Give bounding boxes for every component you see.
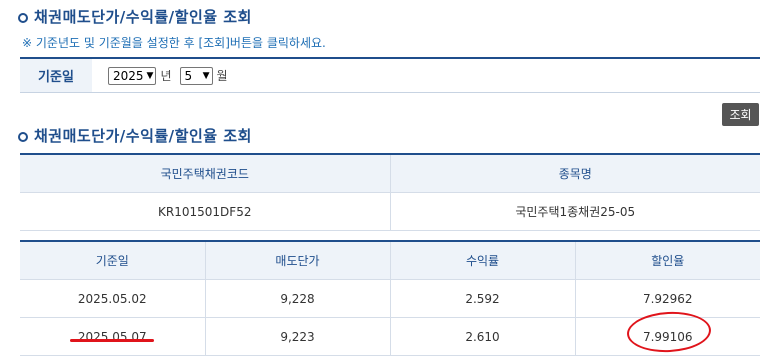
price-cell: 9,228	[204, 279, 390, 318]
column-header: 수익률	[389, 241, 575, 280]
column-header: 종목명	[389, 154, 760, 193]
date-cell: 2025.05.02	[20, 279, 205, 318]
table-header-row: 기준일 매도단가 수익률 할인율	[20, 241, 760, 280]
chevron-down-icon: ▼	[202, 70, 210, 81]
column-header: 할인율	[574, 241, 760, 280]
results-title-text: 채권매도단가/수익률/할인율 조회	[34, 127, 252, 145]
column-header: 기준일	[20, 241, 205, 280]
date-cell: 2025.05.07	[20, 317, 205, 356]
instruction-notice: ※ 기준년도 및 기준월을 설정한 후 [조회]버튼을 클릭하세요.	[22, 36, 326, 50]
table-row: KR101501DF52 국민주택1종채권25-05	[20, 192, 760, 231]
page-title: 채권매도단가/수익률/할인율 조회	[18, 6, 252, 27]
bullet-icon	[18, 131, 28, 142]
table-row: 2025.05.02 9,228 2.592 7.92962	[20, 279, 760, 318]
filter-panel: 기준일 2025 ▼ 년 5 ▼ 월	[20, 57, 760, 93]
year-select[interactable]: 2025 ▼	[108, 66, 157, 85]
search-button[interactable]: 조회	[722, 103, 759, 126]
year-unit: 년	[160, 69, 172, 83]
month-select-value: 5	[184, 68, 193, 83]
chevron-down-icon: ▼	[146, 70, 154, 81]
bond-name-cell: 국민주택1종채권25-05	[389, 192, 760, 231]
column-header: 국민주택채권코드	[20, 154, 390, 193]
month-select[interactable]: 5 ▼	[179, 66, 213, 85]
year-select-value: 2025	[113, 68, 144, 83]
month-unit: 월	[216, 69, 228, 83]
page-title-text: 채권매도단가/수익률/할인율 조회	[34, 8, 252, 26]
yield-cell: 2.592	[389, 279, 575, 318]
annotation-underline	[70, 339, 154, 342]
bond-code-cell: KR101501DF52	[20, 192, 390, 231]
bond-code-table: 국민주택채권코드 종목명 KR101501DF52 국민주택1종채권25-05	[20, 153, 760, 231]
bullet-icon	[18, 12, 28, 23]
filter-label: 기준일	[20, 59, 92, 92]
price-cell: 9,223	[204, 317, 390, 356]
yield-cell: 2.610	[389, 317, 575, 356]
column-header: 매도단가	[204, 241, 390, 280]
filter-controls: 2025 ▼ 년 5 ▼ 월	[92, 59, 236, 92]
table-header-row: 국민주택채권코드 종목명	[20, 154, 760, 193]
results-title: 채권매도단가/수익률/할인율 조회	[18, 125, 252, 146]
